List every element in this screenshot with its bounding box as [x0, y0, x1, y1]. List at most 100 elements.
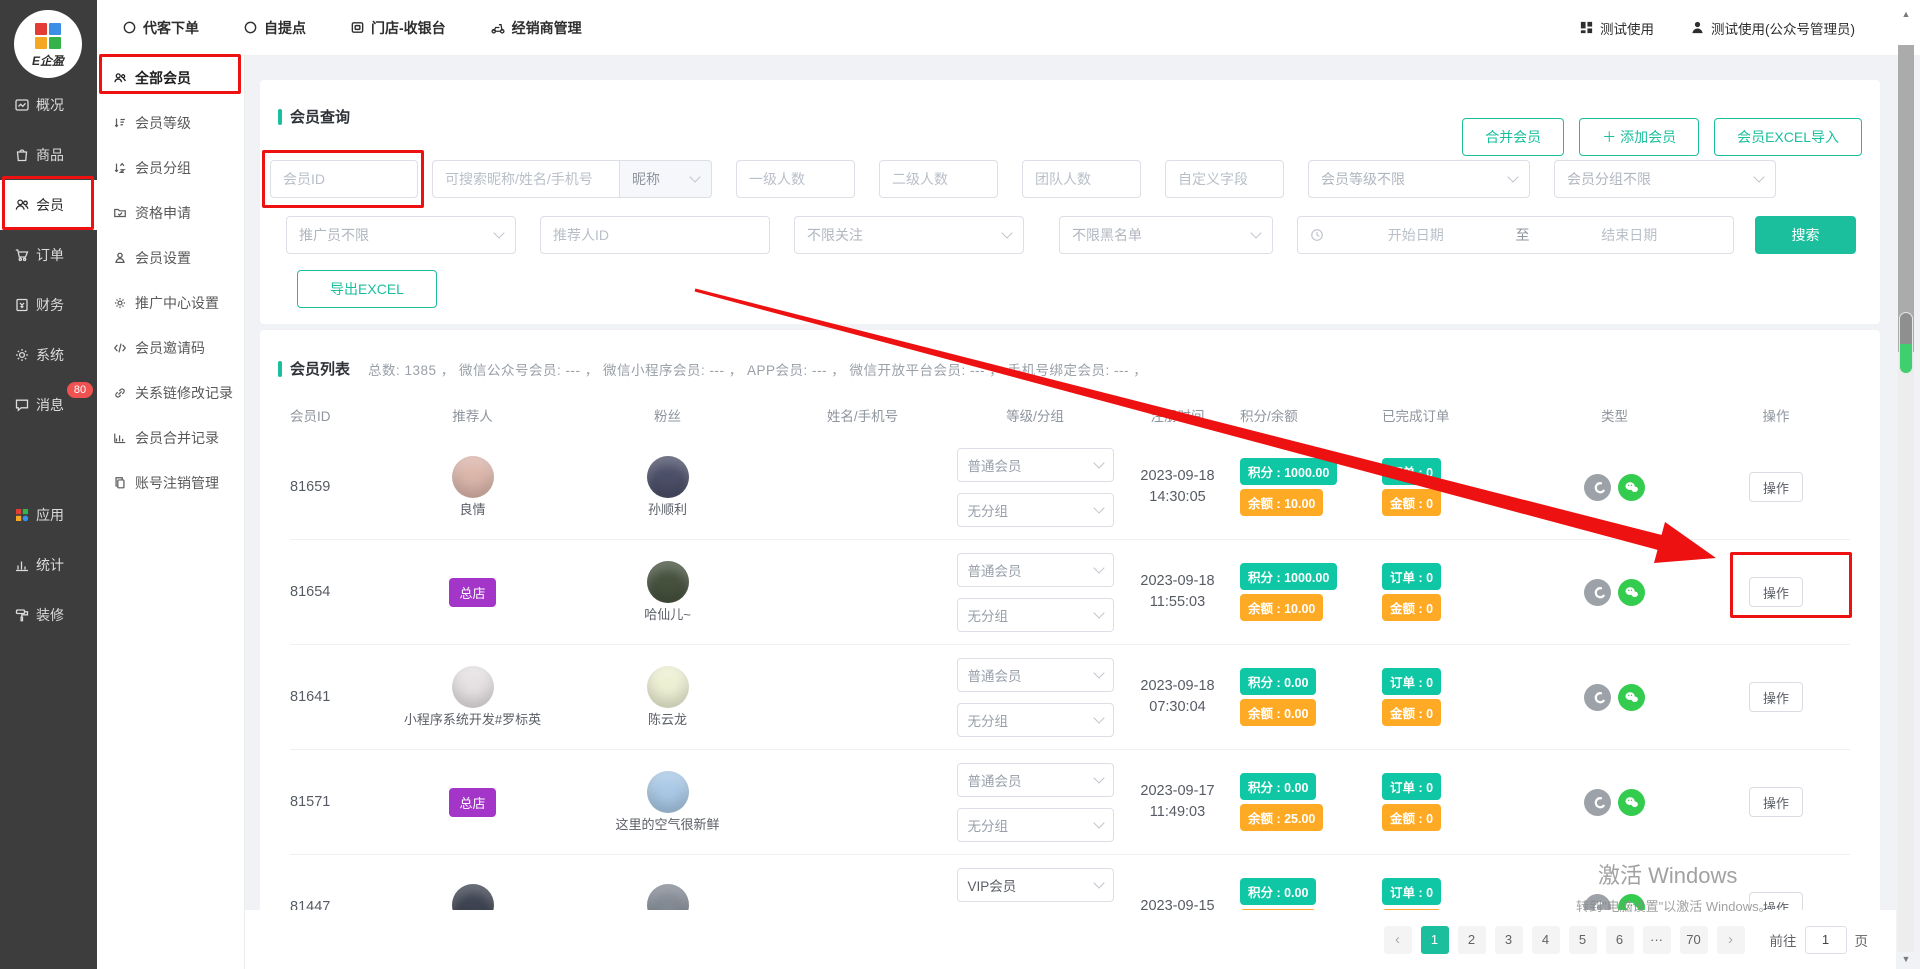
search-button[interactable]: 搜索 — [1755, 216, 1856, 254]
level1-count-input[interactable] — [736, 160, 855, 198]
next-page-button[interactable]: › — [1717, 926, 1745, 954]
orders-badge: 订单 : 0 — [1382, 668, 1441, 695]
group-select[interactable]: 无分组 — [957, 493, 1114, 527]
wechat-icon — [1618, 579, 1645, 606]
row-action-button[interactable]: 操作 — [1749, 787, 1803, 817]
sidebar-item-messages[interactable]: 消息 80 — [0, 380, 97, 430]
balance-badge: 余额 : 10.00 — [1240, 489, 1323, 516]
page-button[interactable]: 6 — [1606, 926, 1634, 954]
account-cancel-icon — [113, 476, 127, 490]
keyword-input[interactable] — [432, 160, 620, 198]
scrollbar-track-lower[interactable] — [1898, 352, 1914, 952]
sidebar-item-orders[interactable]: 订单 — [0, 230, 97, 280]
level-select[interactable]: 普通会员 — [957, 553, 1114, 587]
group-select[interactable]: 无分组 — [957, 703, 1114, 737]
sidebar-item-finance[interactable]: 财务 — [0, 280, 97, 330]
keyword-type-select[interactable]: 昵称 — [620, 160, 712, 198]
topnav-store-cashier[interactable]: 门店-收银台 — [350, 18, 446, 38]
sidebar-item-system[interactable]: 系统 — [0, 330, 97, 380]
member-group-select[interactable]: 会员分组不限 — [1554, 160, 1776, 198]
row-action-button[interactable]: 操作 — [1749, 472, 1803, 502]
export-excel-button[interactable]: 导出EXCEL — [297, 270, 437, 308]
col-fans: 粉丝 — [565, 405, 770, 425]
group-select[interactable]: 无分组 — [957, 598, 1114, 632]
level-select[interactable]: 普通会员 — [957, 658, 1114, 692]
group-select[interactable]: 无分组 — [957, 808, 1114, 842]
follow-value: 不限关注 — [807, 225, 863, 245]
orders-badge: 订单 : 0 — [1382, 458, 1441, 485]
topnav-label: 门店-收银台 — [371, 18, 446, 38]
miniprogram-icon — [1584, 474, 1611, 501]
amount-badge: 金额 : 0 — [1382, 699, 1441, 726]
submenu-item-relation-log[interactable]: 关系链修改记录 — [97, 370, 244, 415]
scroll-down-icon[interactable]: ▼ — [1901, 955, 1911, 963]
prev-page-button[interactable]: ‹ — [1384, 926, 1412, 954]
merge-log-icon — [113, 431, 127, 445]
topnav-dealer-management[interactable]: 经销商管理 — [490, 18, 582, 38]
sidebar-item-decorate[interactable]: 装修 — [0, 590, 97, 640]
account-menu[interactable]: 测试使用(公众号管理员) — [1690, 18, 1855, 38]
scroll-up-icon[interactable]: ▲ — [1901, 10, 1911, 18]
submenu-item-account-cancel[interactable]: 账号注销管理 — [97, 460, 244, 505]
sidebar-item-apps[interactable]: 应用 — [0, 490, 97, 540]
page-button[interactable]: 3 — [1495, 926, 1523, 954]
promoter-select[interactable]: 推广员不限 — [286, 216, 516, 254]
page-button[interactable]: 2 — [1458, 926, 1486, 954]
level2-count-input[interactable] — [879, 160, 998, 198]
submenu-item-member-settings[interactable]: 会员设置 — [97, 235, 244, 280]
submenu-item-label: 关系链修改记录 — [135, 383, 233, 403]
title-accent-bar — [278, 109, 282, 125]
sidebar-item-stats[interactable]: 统计 — [0, 540, 97, 590]
excel-import-button[interactable]: 会员EXCEL导入 — [1714, 118, 1862, 156]
sidebar-item-members[interactable]: 会员 — [0, 180, 97, 230]
header-user-area: 测试使用 测试使用(公众号管理员) — [1579, 18, 1855, 38]
referrer-id-input[interactable] — [540, 216, 770, 254]
submenu-item-promotion-settings[interactable]: 推广中心设置 — [97, 280, 244, 325]
submenu-item-member-level[interactable]: 会员等级 — [97, 100, 244, 145]
submenu-item-invite-code[interactable]: 会员邀请码 — [97, 325, 244, 370]
page-button[interactable]: 70 — [1680, 926, 1708, 954]
follow-select[interactable]: 不限关注 — [794, 216, 1024, 254]
submenu-item-member-group[interactable]: 会员分组 — [97, 145, 244, 190]
topnav-proxy-order[interactable]: 代客下单 — [122, 18, 199, 38]
member-level-select[interactable]: 会员等级不限 — [1308, 160, 1530, 198]
level-select[interactable]: 普通会员 — [957, 763, 1114, 797]
overview-icon — [14, 97, 30, 113]
sidebar-item-goods[interactable]: 商品 — [0, 130, 97, 180]
merge-members-button[interactable]: 合并会员 — [1462, 118, 1564, 156]
ellipsis-page-button[interactable]: ··· — [1643, 926, 1671, 954]
workspace-switcher[interactable]: 测试使用 — [1579, 18, 1654, 38]
sidebar-item-label: 订单 — [36, 245, 64, 265]
export-row: 导出EXCEL — [297, 270, 437, 308]
brand-logo-icon — [35, 23, 61, 49]
submenu-item-qualification[interactable]: 资格申请 — [97, 190, 244, 235]
submenu-item-all-members[interactable]: 全部会员 — [97, 55, 244, 100]
blacklist-select[interactable]: 不限黑名单 — [1059, 216, 1273, 254]
system-icon — [14, 347, 30, 363]
points-badge: 积分 : 0.00 — [1240, 668, 1316, 695]
team-count-input[interactable] — [1022, 160, 1141, 198]
member-level-icon — [113, 116, 127, 130]
page-button[interactable]: 4 — [1532, 926, 1560, 954]
level-select[interactable]: VIP会员 — [957, 868, 1114, 902]
custom-field-input[interactable] — [1165, 160, 1284, 198]
row-action-button[interactable]: 操作 — [1749, 682, 1803, 712]
add-member-button[interactable]: ＋ 添加会员 — [1579, 118, 1699, 156]
level-select[interactable]: 普通会员 — [957, 448, 1114, 482]
topnav-pickup-point[interactable]: 自提点 — [243, 18, 306, 38]
points-badge: 积分 : 0.00 — [1240, 878, 1316, 905]
member-id-input[interactable] — [270, 160, 418, 198]
referrer-cell: 良情 — [380, 456, 565, 518]
orders-badge: 订单 : 0 — [1382, 563, 1441, 590]
submenu-item-merge-log[interactable]: 会员合并记录 — [97, 415, 244, 460]
row-action-button[interactable]: 操作 — [1749, 577, 1803, 607]
date-range-input[interactable]: 开始日期 至 结束日期 — [1297, 216, 1734, 254]
scrollbar-track-upper[interactable] — [1898, 45, 1914, 352]
sidebar-item-overview[interactable]: 概况 — [0, 80, 97, 130]
goto-page-input[interactable] — [1805, 926, 1847, 954]
group-value: 无分组 — [968, 815, 1009, 835]
page-button[interactable]: 1 — [1421, 926, 1449, 954]
scrollbar-thumb[interactable] — [1899, 312, 1913, 374]
page-button[interactable]: 5 — [1569, 926, 1597, 954]
row-action-button[interactable]: 操作 — [1749, 892, 1803, 912]
